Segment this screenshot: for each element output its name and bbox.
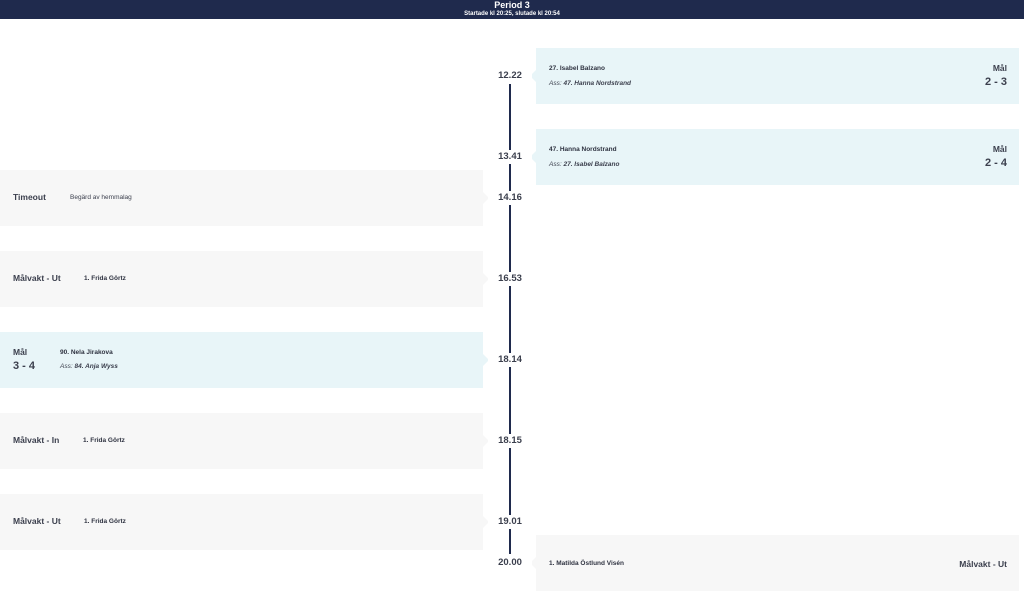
goal-assist: Ass: 27. Isabel Balzano <box>549 161 620 168</box>
event-card-timeout[interactable]: Timeout Begärd av hemmalag <box>0 170 489 226</box>
event-time: 14.16 <box>488 191 532 205</box>
event-card-goal-home[interactable]: Mål 3 - 4 90. Nela Jirakova Ass: 84. Anj… <box>0 332 489 388</box>
period-timeline-view: Period 3 Startade kl 20:25, slutade kl 2… <box>0 0 1024 594</box>
event-type-label: Timeout <box>13 192 46 202</box>
event-type-label: Målvakt - Ut <box>13 516 61 526</box>
event-score: 3 - 4 <box>13 360 36 372</box>
event-time: 12.22 <box>488 69 532 83</box>
goal-assist: Ass: 84. Anja Wyss <box>60 363 118 370</box>
period-header: Period 3 Startade kl 20:25, slutade kl 2… <box>0 0 1024 19</box>
event-card-goal-away[interactable]: 27. Isabel Balzano Ass: 47. Hanna Nordst… <box>530 48 1019 104</box>
event-player: 1. Frida Görtz <box>84 275 126 282</box>
event-detail: Begärd av hemmalag <box>70 194 132 201</box>
event-type-label: Målvakt - Ut <box>13 273 61 283</box>
event-score: 2 - 4 <box>984 157 1007 169</box>
event-player: 1. Frida Görtz <box>83 437 125 444</box>
goal-scorer: 27. Isabel Balzano <box>549 65 605 72</box>
event-score: 2 - 3 <box>984 76 1007 88</box>
event-card-goalie-out[interactable]: Målvakt - Ut 1. Frida Görtz <box>0 251 489 307</box>
event-card-goalie-out-away[interactable]: 1. Matilda Östlund Visén Målvakt - Ut <box>530 535 1019 591</box>
event-card-goalie-in[interactable]: Målvakt - In 1. Frida Görtz <box>0 413 489 469</box>
event-type-label: Mål <box>992 63 1007 73</box>
event-time: 16.53 <box>488 272 532 286</box>
event-time: 18.15 <box>488 434 532 448</box>
event-card-goal-away[interactable]: 47. Hanna Nordstrand Ass: 27. Isabel Bal… <box>530 129 1019 185</box>
event-time: 20.00 <box>488 556 532 570</box>
goal-scorer: 47. Hanna Nordstrand <box>549 146 617 153</box>
event-time: 18.14 <box>488 353 532 367</box>
event-type-label: Mål <box>13 347 28 357</box>
event-type-label: Målvakt - In <box>13 435 60 445</box>
goal-assist: Ass: 47. Hanna Nordstrand <box>549 80 632 87</box>
event-player: 1. Matilda Östlund Visén <box>549 560 625 567</box>
event-type-label: Målvakt - Ut <box>959 559 1007 569</box>
event-player: 1. Frida Görtz <box>84 518 126 525</box>
period-time-range: Startade kl 20:25, slutade kl 20:54 <box>464 11 560 17</box>
goal-scorer: 90. Nela Jirakova <box>60 349 113 356</box>
event-time: 19.01 <box>488 515 532 529</box>
period-title: Period 3 <box>494 0 530 10</box>
event-time: 13.41 <box>488 150 532 164</box>
event-type-label: Mål <box>992 144 1007 154</box>
event-card-goalie-out[interactable]: Målvakt - Ut 1. Frida Görtz <box>0 494 489 550</box>
